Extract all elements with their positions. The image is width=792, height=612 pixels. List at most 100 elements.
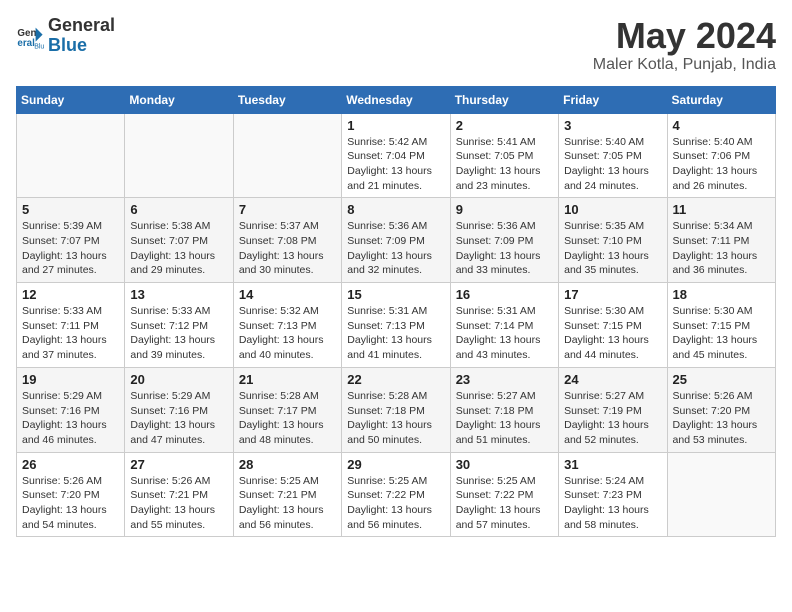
day-info: Sunrise: 5:37 AM Sunset: 7:08 PM Dayligh… <box>239 219 336 278</box>
day-number: 6 <box>130 202 227 217</box>
day-info: Sunrise: 5:26 AM Sunset: 7:20 PM Dayligh… <box>673 389 770 448</box>
day-info: Sunrise: 5:28 AM Sunset: 7:17 PM Dayligh… <box>239 389 336 448</box>
day-number: 23 <box>456 372 553 387</box>
calendar-cell: 20 Sunrise: 5:29 AM Sunset: 7:16 PM Dayli… <box>125 367 233 452</box>
calendar-cell: 8 Sunrise: 5:36 AM Sunset: 7:09 PM Daylig… <box>342 198 450 283</box>
logo-blue-text: Blue <box>48 35 87 55</box>
calendar-cell: 30 Sunrise: 5:25 AM Sunset: 7:22 PM Dayli… <box>450 452 558 537</box>
logo-general-text: General <box>48 15 115 35</box>
calendar-cell: 2 Sunrise: 5:41 AM Sunset: 7:05 PM Daylig… <box>450 113 558 198</box>
header: Gen eral Blue General Blue May 2024 Male… <box>16 16 776 74</box>
calendar-body: 1Sunrise: 5:42 AM Sunset: 7:04 PM Daylig… <box>17 113 776 537</box>
day-info: Sunrise: 5:42 AM Sunset: 7:04 PM Dayligh… <box>347 135 444 194</box>
calendar-cell: 4Sunrise: 5:40 AM Sunset: 7:06 PM Daylig… <box>667 113 775 198</box>
day-number: 25 <box>673 372 770 387</box>
calendar-week-row: 1Sunrise: 5:42 AM Sunset: 7:04 PM Daylig… <box>17 113 776 198</box>
calendar-day-header: Wednesday <box>342 86 450 113</box>
day-info: Sunrise: 5:27 AM Sunset: 7:19 PM Dayligh… <box>564 389 661 448</box>
day-number: 13 <box>130 287 227 302</box>
calendar-cell: 24 Sunrise: 5:27 AM Sunset: 7:19 PM Dayli… <box>559 367 667 452</box>
day-info: Sunrise: 5:33 AM Sunset: 7:11 PM Dayligh… <box>22 304 119 363</box>
calendar-cell: 12 Sunrise: 5:33 AM Sunset: 7:11 PM Dayli… <box>17 283 125 368</box>
day-number: 31 <box>564 457 661 472</box>
day-info: Sunrise: 5:41 AM Sunset: 7:05 PM Dayligh… <box>456 135 553 194</box>
calendar-cell: 7Sunrise: 5:37 AM Sunset: 7:08 PM Daylig… <box>233 198 341 283</box>
day-number: 19 <box>22 372 119 387</box>
day-number: 24 <box>564 372 661 387</box>
svg-text:eral: eral <box>17 38 35 49</box>
calendar-cell: 27 Sunrise: 5:26 AM Sunset: 7:21 PM Dayli… <box>125 452 233 537</box>
day-number: 2 <box>456 118 553 133</box>
day-number: 30 <box>456 457 553 472</box>
calendar-cell: 21 Sunrise: 5:28 AM Sunset: 7:17 PM Dayli… <box>233 367 341 452</box>
logo: Gen eral Blue General Blue <box>16 16 115 56</box>
calendar-day-header: Tuesday <box>233 86 341 113</box>
day-number: 20 <box>130 372 227 387</box>
day-number: 14 <box>239 287 336 302</box>
calendar-day-header: Monday <box>125 86 233 113</box>
day-number: 3 <box>564 118 661 133</box>
day-info: Sunrise: 5:30 AM Sunset: 7:15 PM Dayligh… <box>673 304 770 363</box>
day-number: 29 <box>347 457 444 472</box>
calendar-cell: 28Sunrise: 5:25 AM Sunset: 7:21 PM Dayli… <box>233 452 341 537</box>
day-info: Sunrise: 5:29 AM Sunset: 7:16 PM Dayligh… <box>130 389 227 448</box>
calendar-cell: 5 Sunrise: 5:39 AM Sunset: 7:07 PM Daylig… <box>17 198 125 283</box>
calendar-week-row: 12 Sunrise: 5:33 AM Sunset: 7:11 PM Dayli… <box>17 283 776 368</box>
day-number: 26 <box>22 457 119 472</box>
calendar-day-header: Sunday <box>17 86 125 113</box>
day-number: 27 <box>130 457 227 472</box>
day-number: 17 <box>564 287 661 302</box>
calendar-cell: 31 Sunrise: 5:24 AM Sunset: 7:23 PM Dayli… <box>559 452 667 537</box>
day-info: Sunrise: 5:36 AM Sunset: 7:09 PM Dayligh… <box>456 219 553 278</box>
day-info: Sunrise: 5:40 AM Sunset: 7:05 PM Dayligh… <box>564 135 661 194</box>
day-info: Sunrise: 5:28 AM Sunset: 7:18 PM Dayligh… <box>347 389 444 448</box>
day-number: 9 <box>456 202 553 217</box>
day-number: 4 <box>673 118 770 133</box>
day-number: 21 <box>239 372 336 387</box>
day-number: 28 <box>239 457 336 472</box>
logo-icon: Gen eral Blue <box>16 22 44 50</box>
calendar-cell: 3 Sunrise: 5:40 AM Sunset: 7:05 PM Daylig… <box>559 113 667 198</box>
calendar-cell: 19Sunrise: 5:29 AM Sunset: 7:16 PM Dayli… <box>17 367 125 452</box>
calendar-cell: 17Sunrise: 5:30 AM Sunset: 7:15 PM Dayli… <box>559 283 667 368</box>
day-info: Sunrise: 5:26 AM Sunset: 7:20 PM Dayligh… <box>22 474 119 533</box>
calendar-table: SundayMondayTuesdayWednesdayThursdayFrid… <box>16 86 776 538</box>
calendar-cell: 23Sunrise: 5:27 AM Sunset: 7:18 PM Dayli… <box>450 367 558 452</box>
day-number: 18 <box>673 287 770 302</box>
day-number: 10 <box>564 202 661 217</box>
calendar-week-row: 26 Sunrise: 5:26 AM Sunset: 7:20 PM Dayli… <box>17 452 776 537</box>
calendar-cell: 13 Sunrise: 5:33 AM Sunset: 7:12 PM Dayli… <box>125 283 233 368</box>
day-number: 22 <box>347 372 444 387</box>
calendar-cell: 14 Sunrise: 5:32 AM Sunset: 7:13 PM Dayli… <box>233 283 341 368</box>
calendar-day-header: Friday <box>559 86 667 113</box>
day-info: Sunrise: 5:26 AM Sunset: 7:21 PM Dayligh… <box>130 474 227 533</box>
month-title: May 2024 <box>593 16 776 56</box>
day-info: Sunrise: 5:32 AM Sunset: 7:13 PM Dayligh… <box>239 304 336 363</box>
calendar-cell: 22 Sunrise: 5:28 AM Sunset: 7:18 PM Dayli… <box>342 367 450 452</box>
calendar-day-header: Saturday <box>667 86 775 113</box>
day-number: 8 <box>347 202 444 217</box>
day-info: Sunrise: 5:31 AM Sunset: 7:14 PM Dayligh… <box>456 304 553 363</box>
calendar-cell: 1Sunrise: 5:42 AM Sunset: 7:04 PM Daylig… <box>342 113 450 198</box>
calendar-cell: 25 Sunrise: 5:26 AM Sunset: 7:20 PM Dayli… <box>667 367 775 452</box>
day-number: 16 <box>456 287 553 302</box>
day-number: 5 <box>22 202 119 217</box>
day-info: Sunrise: 5:31 AM Sunset: 7:13 PM Dayligh… <box>347 304 444 363</box>
location-title: Maler Kotla, Punjab, India <box>593 56 776 74</box>
calendar-cell <box>125 113 233 198</box>
calendar-cell <box>233 113 341 198</box>
day-number: 12 <box>22 287 119 302</box>
day-info: Sunrise: 5:33 AM Sunset: 7:12 PM Dayligh… <box>130 304 227 363</box>
calendar-cell: 9 Sunrise: 5:36 AM Sunset: 7:09 PM Daylig… <box>450 198 558 283</box>
day-info: Sunrise: 5:39 AM Sunset: 7:07 PM Dayligh… <box>22 219 119 278</box>
calendar-cell <box>17 113 125 198</box>
day-info: Sunrise: 5:38 AM Sunset: 7:07 PM Dayligh… <box>130 219 227 278</box>
svg-text:Blue: Blue <box>34 43 44 49</box>
calendar-cell: 10 Sunrise: 5:35 AM Sunset: 7:10 PM Dayli… <box>559 198 667 283</box>
day-info: Sunrise: 5:35 AM Sunset: 7:10 PM Dayligh… <box>564 219 661 278</box>
day-info: Sunrise: 5:25 AM Sunset: 7:22 PM Dayligh… <box>456 474 553 533</box>
calendar-cell: 29Sunrise: 5:25 AM Sunset: 7:22 PM Dayli… <box>342 452 450 537</box>
day-info: Sunrise: 5:36 AM Sunset: 7:09 PM Dayligh… <box>347 219 444 278</box>
day-info: Sunrise: 5:24 AM Sunset: 7:23 PM Dayligh… <box>564 474 661 533</box>
title-section: May 2024 Maler Kotla, Punjab, India <box>593 16 776 74</box>
